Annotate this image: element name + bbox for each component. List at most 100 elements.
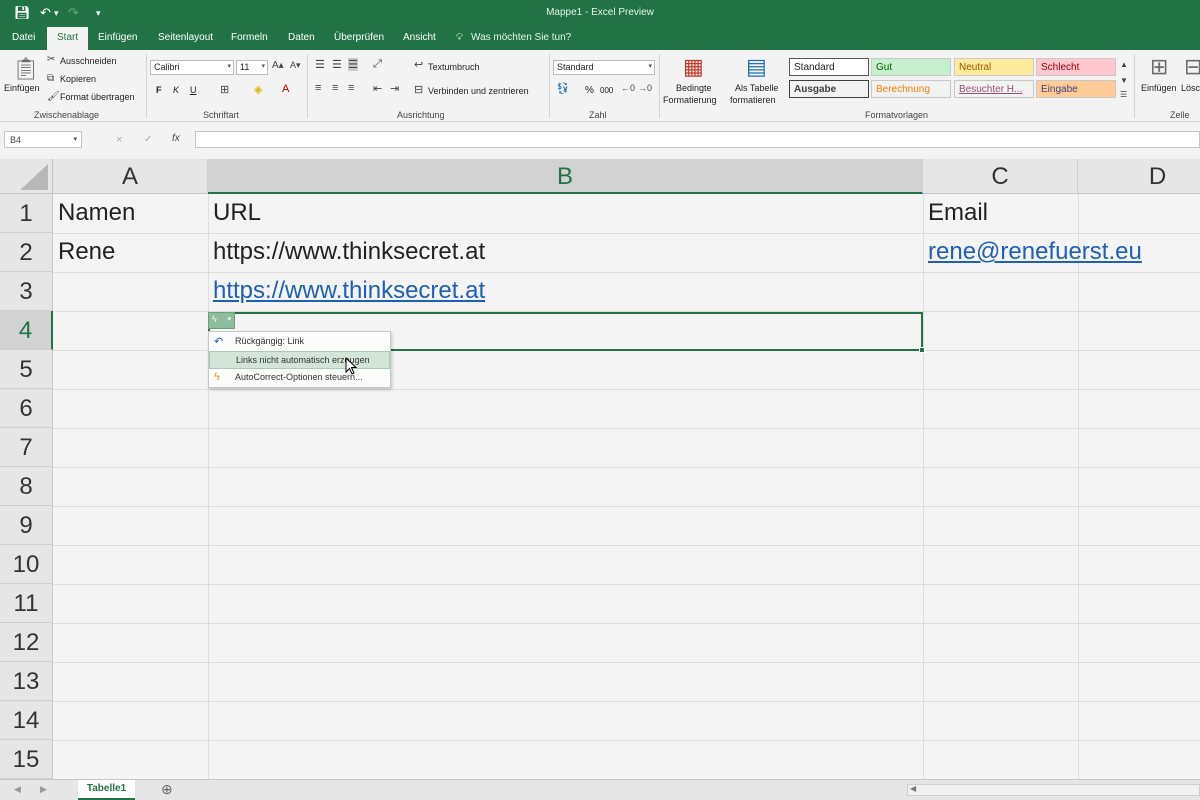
cell-b3-url-link[interactable]: https://www.thinksecret.at: [213, 277, 485, 305]
row-header-15[interactable]: 15: [0, 740, 53, 779]
format-painter-icon[interactable]: 🖌︎: [47, 91, 60, 102]
column-header-c[interactable]: C: [923, 159, 1078, 194]
tab-datei[interactable]: Datei: [12, 32, 35, 43]
fill-color-icon[interactable]: ◈: [254, 83, 262, 96]
insert-function-icon[interactable]: fx: [172, 133, 180, 144]
style-standard[interactable]: Standard: [789, 58, 869, 76]
cell-b2[interactable]: https://www.thinksecret.at: [213, 238, 485, 266]
enter-icon[interactable]: ✓: [144, 134, 152, 145]
format-as-table-line2[interactable]: formatieren: [730, 95, 776, 105]
font-color-icon[interactable]: A: [282, 83, 289, 95]
increase-decimal-icon[interactable]: ←0: [621, 83, 635, 93]
currency-icon[interactable]: 💱︎: [556, 82, 570, 95]
row-header-12[interactable]: 12: [0, 623, 53, 662]
tab-start[interactable]: Start: [47, 27, 89, 50]
wrap-text-button[interactable]: Textumbruch: [428, 62, 480, 72]
row-header-8[interactable]: 8: [0, 467, 53, 506]
format-as-table-icon[interactable]: ▤: [746, 54, 767, 80]
row-header-4[interactable]: 4: [0, 311, 53, 350]
number-format-combo[interactable]: Standard ▾: [553, 60, 655, 75]
increase-indent-icon[interactable]: ⇥: [390, 82, 399, 95]
row-header-1[interactable]: 1: [0, 194, 53, 233]
row-header-3[interactable]: 3: [0, 272, 53, 311]
row-header-5[interactable]: 5: [0, 350, 53, 389]
horizontal-scrollbar[interactable]: ◀: [907, 784, 1200, 796]
cut-button[interactable]: Ausschneiden: [60, 56, 117, 66]
decrease-indent-icon[interactable]: ⇤: [373, 82, 382, 95]
insert-cells-icon[interactable]: ⊞: [1150, 54, 1168, 80]
align-bottom-icon[interactable]: ☰: [348, 58, 358, 71]
column-header-a[interactable]: A: [53, 159, 208, 194]
thousands-button[interactable]: 000: [600, 86, 613, 95]
row-header-9[interactable]: 9: [0, 506, 53, 545]
row-header-10[interactable]: 10: [0, 545, 53, 584]
bold-button[interactable]: F: [156, 85, 162, 95]
tab-seitenlayout[interactable]: Seitenlayout: [158, 32, 213, 43]
italic-button[interactable]: K: [173, 85, 179, 95]
tab-daten[interactable]: Daten: [288, 32, 315, 43]
decrease-decimal-icon[interactable]: →0: [638, 83, 652, 93]
delete-cells-button[interactable]: Lösc: [1181, 83, 1200, 93]
cell-a2[interactable]: Rene: [58, 238, 115, 266]
styles-scroll-up-icon[interactable]: ▲: [1120, 60, 1128, 69]
copy-icon[interactable]: ⧉: [47, 73, 54, 84]
autocorrect-options-button[interactable]: ϟ ▾: [208, 312, 235, 329]
scissors-icon[interactable]: ✂: [47, 54, 55, 65]
style-neutral[interactable]: Neutral: [954, 58, 1034, 76]
scroll-last-sheet-icon[interactable]: ▶: [40, 784, 47, 795]
style-besuchter-hyperlink[interactable]: Besuchter H...: [954, 80, 1034, 98]
styles-more-icon[interactable]: ☰: [1120, 90, 1127, 99]
paste-button[interactable]: Einfügen: [4, 83, 40, 93]
border-icon[interactable]: ⊞: [220, 83, 229, 96]
cell-b1[interactable]: URL: [213, 199, 261, 227]
paste-icon[interactable]: 📋︎: [12, 56, 40, 82]
tab-einfuegen[interactable]: Einfügen: [98, 32, 137, 43]
tab-ansicht[interactable]: Ansicht: [403, 32, 436, 43]
shrink-font-icon[interactable]: A▾: [290, 60, 301, 71]
orientation-icon[interactable]: ⤢: [373, 58, 382, 71]
style-ausgabe[interactable]: Ausgabe: [789, 80, 869, 98]
column-header-b[interactable]: B: [208, 159, 923, 194]
tab-ueberpruefen[interactable]: Überprüfen: [334, 32, 384, 43]
select-all-corner[interactable]: [0, 159, 53, 194]
styles-scroll-down-icon[interactable]: ▼: [1120, 76, 1128, 85]
menu-item-autocorrect-options[interactable]: ϟ AutoCorrect-Optionen steuern...: [209, 369, 390, 387]
format-painter-button[interactable]: Format übertragen: [60, 92, 135, 102]
align-center-icon[interactable]: ≡: [332, 82, 338, 94]
font-name-combo[interactable]: Calibri ▾: [150, 60, 234, 75]
align-top-icon[interactable]: ☰: [315, 58, 325, 71]
row-header-11[interactable]: 11: [0, 584, 53, 623]
merge-center-button[interactable]: Verbinden und zentrieren: [428, 86, 529, 96]
font-size-combo[interactable]: 11 ▾: [236, 60, 268, 75]
percent-button[interactable]: %: [585, 85, 594, 96]
style-schlecht[interactable]: Schlecht: [1036, 58, 1116, 76]
style-berechnung[interactable]: Berechnung: [871, 80, 951, 98]
fill-handle[interactable]: [919, 347, 925, 353]
row-header-14[interactable]: 14: [0, 701, 53, 740]
menu-item-undo-link[interactable]: ↶ Rückgängig: Link: [209, 333, 390, 351]
style-gut[interactable]: Gut: [871, 58, 951, 76]
cell-c2-email-link[interactable]: rene@renefuerst.eu: [928, 238, 1142, 266]
conditional-formatting-icon[interactable]: ▦: [683, 54, 704, 80]
format-as-table-line1[interactable]: Als Tabelle: [735, 83, 778, 93]
align-middle-icon[interactable]: ☰: [332, 58, 342, 71]
delete-cells-icon[interactable]: ⊟: [1184, 54, 1200, 80]
align-right-icon[interactable]: ≡: [348, 82, 354, 94]
copy-button[interactable]: Kopieren: [60, 74, 96, 84]
cancel-icon[interactable]: ×: [116, 134, 122, 146]
menu-item-stop-auto-links[interactable]: Links nicht automatisch erzeugen: [209, 351, 390, 369]
formula-input[interactable]: [195, 131, 1200, 148]
row-header-7[interactable]: 7: [0, 428, 53, 467]
underline-button[interactable]: U: [190, 85, 197, 95]
tell-me-search[interactable]: Was möchten Sie tun?: [471, 32, 571, 43]
insert-cells-button[interactable]: Einfügen: [1141, 83, 1177, 93]
row-header-6[interactable]: 6: [0, 389, 53, 428]
tab-formeln[interactable]: Formeln: [231, 32, 268, 43]
style-eingabe[interactable]: Eingabe: [1036, 80, 1116, 98]
add-sheet-icon[interactable]: ⊕: [161, 781, 173, 798]
sheet-tab-tabelle1[interactable]: Tabelle1: [78, 780, 135, 800]
column-header-d[interactable]: D: [1078, 159, 1200, 194]
align-left-icon[interactable]: ≡: [315, 82, 321, 94]
name-box[interactable]: B4 ▾: [4, 131, 82, 148]
scroll-first-sheet-icon[interactable]: ◀: [14, 784, 21, 795]
